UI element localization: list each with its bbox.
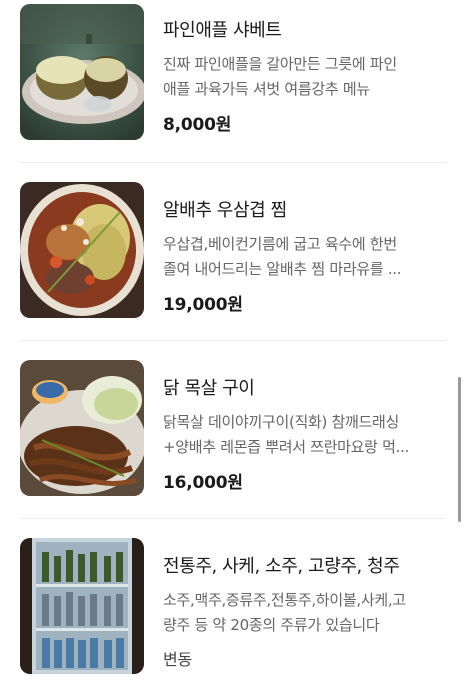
- divider: [20, 518, 446, 519]
- description-line: +양배추 레몬즙 뿌려서 쯔란마요랑 먹...: [163, 438, 410, 456]
- menu-item-info: 파인애플 샤베트 진짜 파인애플을 갈아만든 그릇에 파인 애플 과육가득 셔벗…: [163, 16, 452, 135]
- menu-item[interactable]: 파인애플 샤베트 진짜 파인애플을 갈아만든 그릇에 파인 애플 과육가득 셔벗…: [0, 4, 466, 144]
- liquor-fridge-photo: [20, 538, 144, 674]
- grilled-chicken-neck-photo: [20, 360, 144, 496]
- menu-item-info: 전통주, 사케, 소주, 고량주, 청주 소주,맥주,증류주,전통주,하이볼,사…: [163, 552, 452, 670]
- menu-item-name: 알배추 우삼겹 찜: [163, 200, 287, 221]
- menu-item-name: 파인애플 샤베트: [163, 20, 282, 41]
- menu-item-price: 8,000원: [163, 115, 232, 135]
- description-line: 닭목살 데이야끼구이(직화) 참깨드래싱: [163, 413, 400, 431]
- description-line: 진짜 파인애플을 갈아만든 그릇에 파인: [163, 55, 397, 73]
- menu-item[interactable]: 알배추 우삼겹 찜 우삽겹,베이컨기름에 굽고 육수에 한번 졸여 내어드리는 …: [0, 182, 466, 322]
- description-line: 우삽겹,베이컨기름에 굽고 육수에 한번: [163, 235, 397, 253]
- menu-item-price: 16,000원: [163, 473, 243, 493]
- menu-item[interactable]: 전통주, 사케, 소주, 고량주, 청주 소주,맥주,증류주,전통주,하이볼,사…: [0, 538, 466, 678]
- divider: [20, 162, 446, 163]
- scrollbar[interactable]: [458, 377, 461, 522]
- napa-cabbage-beef-photo: [20, 182, 144, 318]
- menu-item-description: 진짜 파인애플을 갈아만든 그릇에 파인 애플 과육가득 셔벗 여름강추 메뉴: [163, 52, 452, 102]
- description-line: 애플 과육가득 셔벗 여름강추 메뉴: [163, 80, 370, 98]
- menu-item-name: 전통주, 사케, 소주, 고량주, 청주: [163, 556, 400, 577]
- pineapple-sherbet-photo: [20, 4, 144, 140]
- menu-item-info: 닭 목살 구이 닭목살 데이야끼구이(직화) 참깨드래싱 +양배추 레몬즙 뿌려…: [163, 374, 452, 493]
- description-line: 량주 등 약 20종의 주류가 있습니다: [163, 616, 380, 634]
- menu-item-description: 소주,맥주,증류주,전통주,하이볼,사케,고 량주 등 약 20종의 주류가 있…: [163, 588, 452, 638]
- menu-item[interactable]: 닭 목살 구이 닭목살 데이야끼구이(직화) 참깨드래싱 +양배추 레몬즙 뿌려…: [0, 360, 466, 500]
- description-line: 졸여 내어드리는 알배추 찜 마라유를 ...: [163, 260, 402, 278]
- divider: [20, 340, 446, 341]
- menu-item-price: 19,000원: [163, 295, 243, 315]
- description-line: 소주,맥주,증류주,전통주,하이볼,사케,고: [163, 591, 406, 609]
- menu-item-info: 알배추 우삼겹 찜 우삽겹,베이컨기름에 굽고 육수에 한번 졸여 내어드리는 …: [163, 196, 452, 315]
- menu-item-name: 닭 목살 구이: [163, 378, 255, 399]
- menu-item-price: 변동: [163, 650, 193, 669]
- menu-item-description: 닭목살 데이야끼구이(직화) 참깨드래싱 +양배추 레몬즙 뿌려서 쯔란마요랑 …: [163, 410, 452, 460]
- menu-item-description: 우삽겹,베이컨기름에 굽고 육수에 한번 졸여 내어드리는 알배추 찜 마라유를…: [163, 232, 452, 282]
